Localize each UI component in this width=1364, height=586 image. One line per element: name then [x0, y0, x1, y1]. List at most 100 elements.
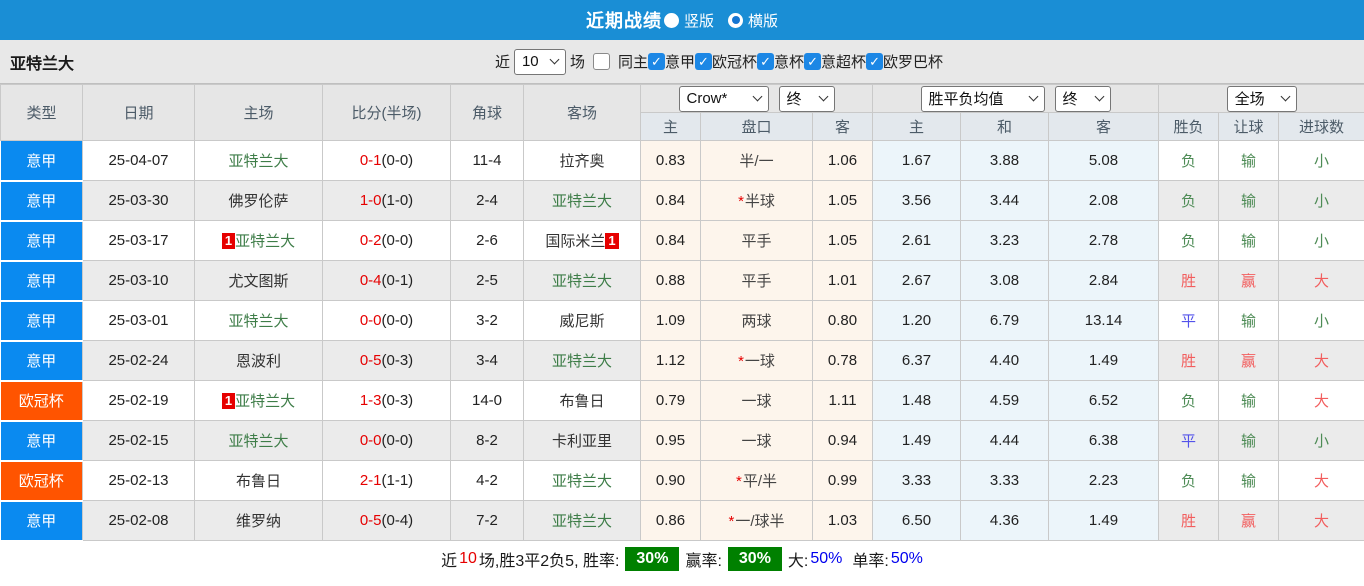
subheader-win: 主 — [872, 112, 962, 141]
home-team-cell: 尤文图斯 — [194, 260, 323, 301]
win-odds-cell: 2.61 — [872, 220, 962, 261]
red-card-badge: 1 — [605, 233, 619, 249]
win-odds-cell: 3.56 — [872, 180, 962, 221]
away-odds-cell: 1.05 — [811, 180, 874, 221]
draw-odds-cell: 4.44 — [960, 420, 1050, 461]
bookmaker-select-value: Crow* — [686, 90, 728, 107]
red-card-badge: 1 — [221, 233, 236, 249]
layout-radio-horizontal[interactable] — [728, 12, 743, 28]
chevron-down-icon — [1028, 91, 1038, 102]
away-odds-cell: 1.03 — [811, 500, 874, 541]
handicap-result-cell: 赢 — [1218, 260, 1280, 301]
win-rate-badge: 30% — [625, 546, 680, 571]
red-card-badge: 1 — [221, 393, 236, 409]
corners-cell: 2-5 — [450, 260, 524, 301]
away-odds-cell: 0.80 — [811, 300, 874, 341]
recent-count-select[interactable]: 10 — [513, 48, 566, 75]
away-team-cell: 亚特兰大 — [523, 260, 641, 301]
score-cell: 0-0(0-0) — [322, 300, 451, 341]
win-odds-cell: 1.49 — [872, 420, 962, 461]
layout-radio-vertical[interactable] — [663, 12, 679, 28]
away-team-cell: 布鲁日 — [523, 380, 641, 421]
league-cell: 欧冠杯 — [0, 459, 83, 502]
away-team-cell: 威尼斯 — [523, 300, 641, 341]
goals-cell: 小 — [1278, 140, 1364, 181]
league-checkbox-0[interactable]: ✓ — [647, 53, 665, 70]
result-cell: 胜 — [1158, 340, 1220, 381]
home-team-cell: 亚特兰大 — [194, 420, 323, 461]
goals-cell: 小 — [1278, 180, 1364, 221]
recent-count-value: 10 — [521, 53, 539, 70]
away-team-name: 亚特兰大 — [551, 513, 612, 530]
chevron-down-icon — [1094, 91, 1104, 102]
layout-radio-vertical-label[interactable]: 竖版 — [684, 10, 714, 31]
away-team-name: 亚特兰大 — [551, 473, 612, 490]
fulltime-score: 0-5 — [359, 512, 382, 529]
filter-bar: 亚特兰大 近 10 场 同主 ✓ 意甲 ✓ 欧冠杯 ✓ 意杯 ✓ 意超杯 ✓ 欧… — [0, 40, 1364, 84]
home-team-name: 亚特兰大 — [228, 313, 289, 330]
table-row: 意甲 25-03-30 佛罗伦萨 1-0(1-0) 2-4 亚特兰大 0.84 *半球 1.05… — [0, 179, 1364, 222]
chevron-down-icon — [549, 54, 560, 65]
fulltime-score: 0-0 — [359, 312, 382, 329]
scope-select[interactable]: 全场 — [1226, 85, 1297, 112]
handicap-cell: 半/一 — [700, 140, 813, 181]
handicap-text: 一球 — [741, 393, 772, 410]
win-odds-cell: 6.37 — [872, 340, 962, 381]
lose-odds-cell: 13.14 — [1048, 300, 1160, 341]
league-cell: 意甲 — [0, 419, 83, 462]
summary-middle: 场,胜3平2负5, 胜率: — [478, 552, 620, 570]
handicap-result-cell: 输 — [1218, 420, 1280, 461]
home-team-name: 亚特兰大 — [235, 233, 296, 250]
away-team-cell: 亚特兰大 — [523, 460, 641, 501]
handicap-cell: 平手 — [700, 220, 813, 261]
league-checkbox-1[interactable]: ✓ — [695, 53, 712, 70]
table-row: 意甲 25-03-01 亚特兰大 0-0(0-0) 3-2 威尼斯 1.09 两球 0.80 1.… — [0, 299, 1364, 342]
date-cell: 25-03-10 — [82, 260, 195, 301]
home-odds-cell: 0.79 — [640, 380, 701, 421]
away-odds-cell: 1.05 — [811, 220, 874, 261]
league-label-3: 意超杯 — [821, 54, 867, 71]
halftime-score: (0-0) — [381, 152, 414, 169]
cover-rate-badge: 30% — [727, 546, 782, 571]
chevron-down-icon — [1280, 91, 1291, 102]
league-label-4: 欧罗巴杯 — [883, 54, 944, 71]
table-row: 意甲 25-03-10 尤文图斯 0-4(0-1) 2-5 亚特兰大 0.88 平手 1.01 2… — [0, 259, 1364, 302]
handicap-result-cell: 输 — [1218, 180, 1280, 221]
europe-state-select[interactable]: 终 — [1054, 85, 1111, 112]
handicap-cell: 平手 — [700, 260, 813, 301]
handicap-state-select[interactable]: 终 — [778, 85, 835, 112]
date-cell: 25-02-24 — [82, 340, 195, 381]
cover-label: 赢率: — [685, 552, 722, 570]
bookmaker-select[interactable]: Crow* — [678, 85, 769, 112]
home-team-cell: 1 亚特兰大 — [194, 220, 323, 261]
layout-radio-horizontal-label[interactable]: 横版 — [748, 10, 778, 31]
away-odds-cell: 1.06 — [811, 140, 874, 181]
same-venue-checkbox[interactable] — [592, 53, 610, 70]
score-cell: 0-5(0-3) — [322, 340, 451, 381]
halftime-score: (1-0) — [381, 192, 414, 209]
europe-odds-select[interactable]: 胜平负均值 — [920, 85, 1045, 112]
league-checkbox-2[interactable]: ✓ — [757, 53, 775, 70]
away-team-cell: 亚特兰大 — [523, 500, 641, 541]
draw-odds-cell: 3.44 — [960, 180, 1050, 221]
home-team-cell: 布鲁日 — [194, 460, 323, 501]
corners-cell: 8-2 — [450, 420, 524, 461]
goals-cell: 大 — [1278, 340, 1364, 381]
lose-odds-cell: 2.78 — [1048, 220, 1160, 261]
goals-cell: 大 — [1278, 380, 1364, 421]
single-label: 单率: — [852, 552, 889, 570]
home-team-name: 布鲁日 — [235, 473, 281, 490]
single-value: 50% — [890, 549, 923, 567]
away-team-name: 拉齐奥 — [559, 153, 605, 170]
league-checkbox-4[interactable]: ✓ — [866, 53, 884, 70]
score-cell: 1-0(1-0) — [322, 180, 451, 221]
date-cell: 25-02-08 — [82, 500, 195, 541]
date-cell: 25-03-01 — [82, 300, 195, 341]
league-cell: 意甲 — [0, 499, 83, 542]
league-checkbox-3[interactable]: ✓ — [804, 53, 822, 70]
handicap-result-cell: 输 — [1218, 460, 1280, 501]
subheader-home-odds: 主 — [640, 112, 701, 141]
header-date: 日期 — [82, 84, 195, 141]
handicap-group-header: Crow* 终 — [639, 84, 874, 113]
draw-odds-cell: 3.33 — [960, 460, 1050, 501]
